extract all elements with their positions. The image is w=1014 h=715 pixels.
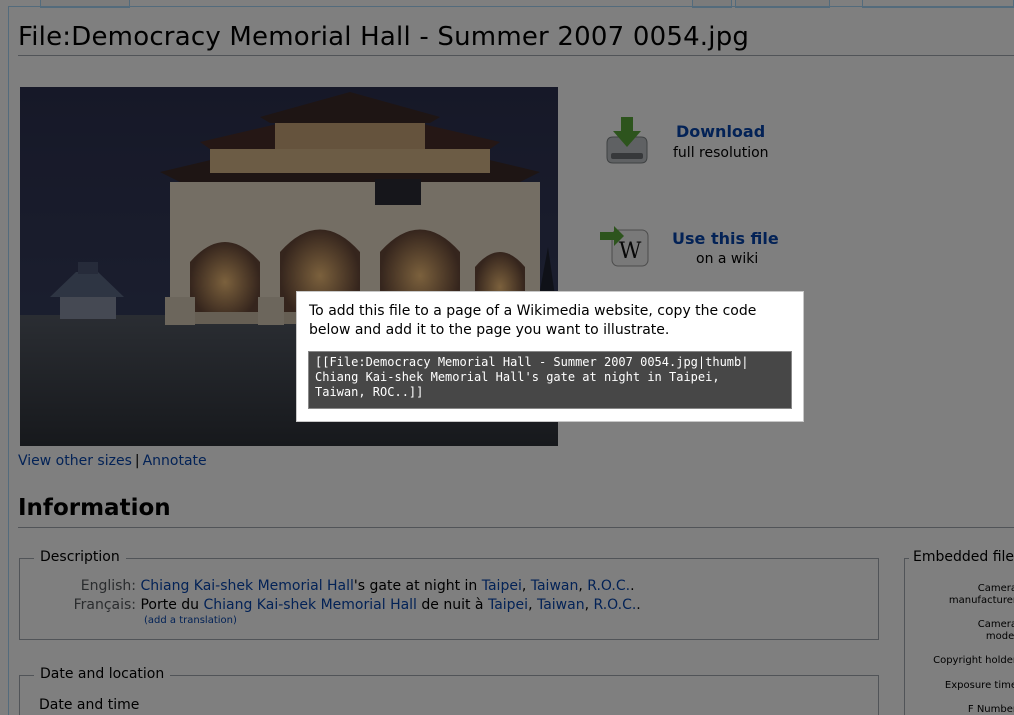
use-file-popup: To add this file to a page of a Wikimedi… — [296, 291, 804, 422]
wikicode-snippet[interactable]: [[File:Democracy Memorial Hall - Summer … — [308, 351, 792, 409]
popup-instructions: To add this file to a page of a Wikimedi… — [309, 303, 757, 338]
